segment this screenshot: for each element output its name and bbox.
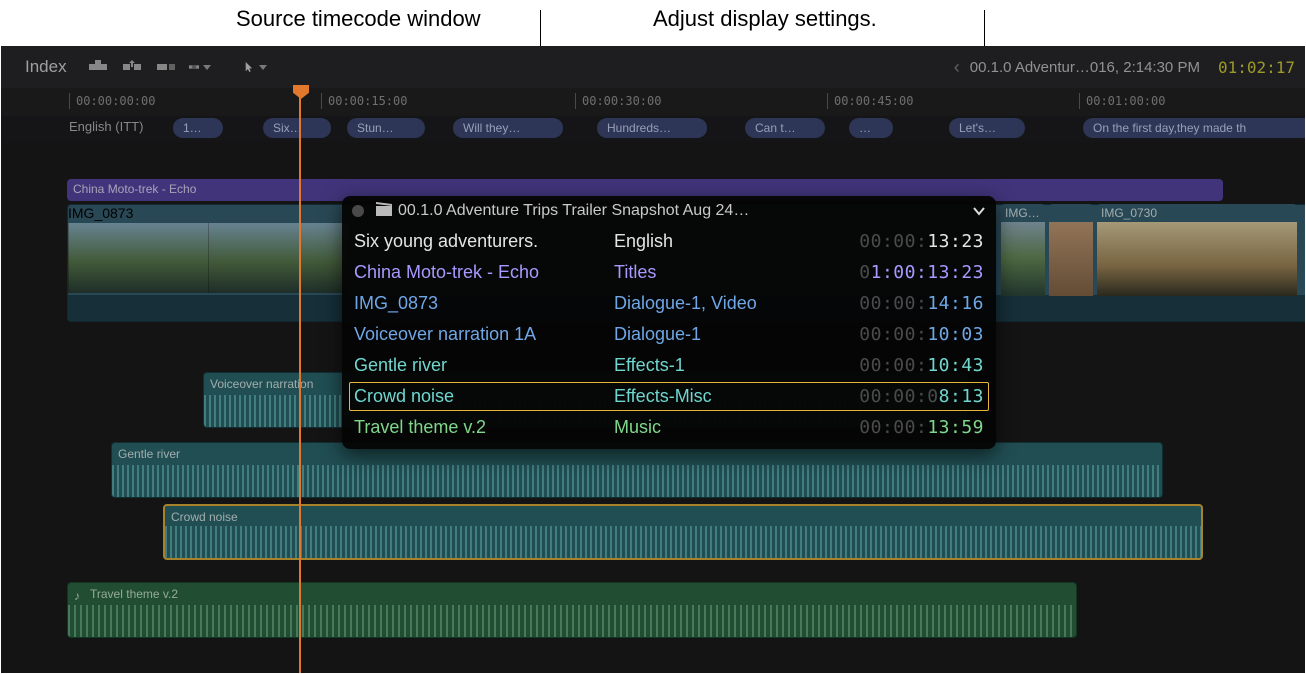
connected-clip[interactable]	[1049, 204, 1093, 320]
timecode-row-name: Six young adventurers.	[354, 231, 614, 252]
caption-pill[interactable]: On the first day,they made th	[1083, 118, 1305, 138]
title-clip-label: China Moto-trek - Echo	[73, 182, 196, 196]
breadcrumb-title: 00.1.0 Adventur…016, 2:14:30 PM	[970, 59, 1200, 76]
timecode-row-role: Dialogue-1	[614, 324, 814, 345]
timecode-row-role: Effects-1	[614, 355, 814, 376]
timecode-row[interactable]: IMG_0873Dialogue-1, Video00:00:14:16	[342, 288, 996, 319]
timecode-row-value: 01:00:13:23	[814, 262, 984, 283]
caption-pill[interactable]: 1…	[173, 118, 223, 138]
clip-audio-waveform	[68, 605, 1076, 637]
video-thumbnail	[1049, 222, 1093, 296]
effects-clip-crowd-noise[interactable]: Crowd noise	[163, 504, 1203, 560]
caption-language-label: English (ITT)	[69, 119, 143, 134]
timecode-display[interactable]: 01:02:17	[1200, 58, 1295, 77]
timecode-row-role: English	[614, 231, 814, 252]
timecode-row-role: Music	[614, 417, 814, 438]
source-timecode-window[interactable]: 00.1.0 Adventure Trips Trailer Snapshot …	[342, 196, 996, 449]
video-thumbnail	[1001, 222, 1045, 296]
timecode-row-value: 00:00:13:59	[814, 417, 984, 438]
ruler-tick: 00:00:00:00	[69, 93, 155, 109]
video-thumbnail	[1097, 222, 1297, 296]
clip-audio-waveform	[1049, 296, 1093, 320]
timecode-row-name: IMG_0873	[354, 293, 614, 314]
timecode-row[interactable]: Voiceover narration 1ADialogue-100:00:10…	[342, 319, 996, 350]
timecode-row-name: Voiceover narration 1A	[354, 324, 614, 345]
effects-clip-gentle-river[interactable]: Gentle river	[111, 442, 1163, 498]
display-settings-button[interactable]	[970, 203, 988, 219]
video-thumbnail	[208, 223, 349, 293]
primary-clip-label: IMG_0873	[68, 205, 133, 221]
caption-pill[interactable]: …	[849, 118, 893, 138]
caption-pill[interactable]: Let's…	[949, 118, 1025, 138]
caption-pill[interactable]: Can t…	[745, 118, 825, 138]
callout-display-settings: Adjust display settings.	[653, 6, 877, 32]
timeline-breadcrumb[interactable]: ‹ 00.1.0 Adventur…016, 2:14:30 PM	[954, 57, 1200, 78]
timecode-row-name: China Moto-trek - Echo	[354, 262, 614, 283]
connected-clip[interactable]: IMG_0730	[1097, 204, 1297, 320]
overwrite-clip-icon[interactable]	[189, 58, 211, 76]
music-clip-travel-theme[interactable]: ♪ Travel theme v.2	[67, 582, 1077, 638]
select-tool-icon[interactable]	[245, 58, 267, 76]
timecode-row[interactable]: Crowd noiseEffects-Misc00:00:08:13	[348, 381, 990, 412]
caption-pill[interactable]: Stun…	[347, 118, 425, 138]
caption-pill[interactable]: Will they…	[453, 118, 563, 138]
timecode-window-rows: Six young adventurers.English00:00:13:23…	[342, 226, 996, 443]
timecode-row[interactable]: Six young adventurers.English00:00:13:23	[342, 226, 996, 257]
timecode-row-name: Travel theme v.2	[354, 417, 614, 438]
ruler-tick: 00:00:15:00	[321, 93, 407, 109]
append-clip-icon[interactable]	[155, 58, 177, 76]
timecode-row-role: Titles	[614, 262, 814, 283]
ruler-tick: 00:00:30:00	[575, 93, 661, 109]
voiceover-clip-label: Voiceover narration	[210, 377, 313, 391]
timecode-row-role: Dialogue-1, Video	[614, 293, 814, 314]
timecode-row[interactable]: China Moto-trek - EchoTitles01:00:13:23	[342, 257, 996, 288]
timecode-window-header[interactable]: 00.1.0 Adventure Trips Trailer Snapshot …	[342, 196, 996, 226]
clip-audio-waveform	[112, 465, 1162, 497]
playhead[interactable]	[299, 88, 301, 673]
connected-clip-label: IMG_0730	[1101, 206, 1157, 220]
callout-source-window: Source timecode window	[236, 6, 481, 32]
timecode-row-role: Effects-Misc	[614, 386, 814, 407]
callout-area: Source timecode window Adjust display se…	[0, 0, 1306, 46]
timecode-row-value: 00:00:13:23	[814, 231, 984, 252]
timecode-row-value: 00:00:10:43	[814, 355, 984, 376]
close-icon[interactable]	[352, 205, 364, 217]
timecode-row-value: 00:00:10:03	[814, 324, 984, 345]
music-note-icon: ♪	[74, 589, 80, 603]
clip-audio-waveform	[1097, 296, 1297, 320]
caption-lane: English (ITT) 1… Six… Stun… Will they… H…	[1, 116, 1305, 142]
caption-pill[interactable]: Six…	[263, 118, 331, 138]
time-ruler[interactable]: 00:00:00:00 00:00:15:00 00:00:30:00 00:0…	[1, 88, 1305, 116]
timecode-row-value: 00:00:08:13	[814, 386, 984, 407]
timecode-window-title: 00.1.0 Adventure Trips Trailer Snapshot …	[398, 202, 970, 220]
timecode-row[interactable]: Travel theme v.2Music00:00:13:59	[342, 412, 996, 443]
insert-clip-icon[interactable]	[121, 58, 143, 76]
connected-clip-label: IMG…	[1005, 206, 1040, 220]
timeline-panel: Index ‹ 00.1.0 Adventur…016, 2:14:30 PM …	[1, 46, 1305, 673]
timecode-row-name: Crowd noise	[354, 386, 614, 407]
timecode-row-value: 00:00:14:16	[814, 293, 984, 314]
connect-clip-icon[interactable]	[87, 58, 109, 76]
clip-label: Crowd noise	[171, 510, 238, 524]
timeline-toolbar: Index ‹ 00.1.0 Adventur…016, 2:14:30 PM …	[1, 46, 1305, 89]
clip-label: Travel theme v.2	[90, 587, 178, 601]
clip-label: Gentle river	[118, 447, 180, 461]
film-clapper-icon	[376, 202, 392, 221]
video-thumbnail	[68, 223, 209, 293]
caption-pill[interactable]: Hundreds…	[597, 118, 707, 138]
ruler-tick: 00:00:45:00	[827, 93, 913, 109]
timecode-row-name: Gentle river	[354, 355, 614, 376]
connected-clip[interactable]: IMG…	[1001, 204, 1045, 320]
ruler-tick: 00:01:00:00	[1079, 93, 1165, 109]
clip-audio-waveform	[165, 526, 1201, 558]
clip-audio-waveform	[1001, 296, 1045, 320]
breadcrumb-back-icon[interactable]: ‹	[954, 57, 960, 78]
index-button[interactable]: Index	[11, 53, 81, 81]
timecode-row[interactable]: Gentle riverEffects-100:00:10:43	[342, 350, 996, 381]
